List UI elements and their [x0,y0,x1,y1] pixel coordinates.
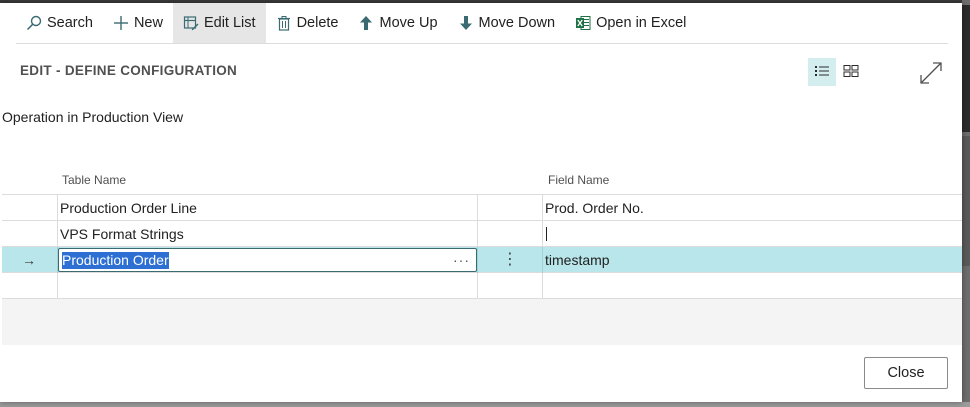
move-down-action-label: Move Down [478,15,556,31]
table-row-selected[interactable]: → Production Order ··· ⋮ timestamp [2,247,962,273]
table-name-cell[interactable]: VPS Format Strings [60,221,184,247]
search-icon [26,15,42,31]
tile-view-icon [843,64,859,81]
table-row[interactable] [2,273,962,299]
list-view-button[interactable] [808,58,836,86]
search-action-label: Search [47,15,93,31]
define-configuration-dialog: Search New Edit List Delete Move Up Move… [0,3,962,402]
action-bar: Search New Edit List Delete Move Up Move… [16,3,696,43]
page-caption: EDIT - DEFINE CONFIGURATION [20,63,238,78]
move-up-action[interactable]: Move Up [348,3,447,43]
current-row-arrow-icon: → [22,252,36,268]
open-in-excel-action[interactable]: Open in Excel [565,3,696,43]
open-in-excel-action-label: Open in Excel [596,15,687,31]
plus-icon [113,15,129,31]
excel-icon [575,15,591,31]
expand-button[interactable] [918,61,944,87]
row-menu-icon[interactable]: ⋮ [502,247,518,273]
column-header-table-name[interactable]: Table Name [62,173,126,187]
close-button[interactable]: Close [864,357,948,389]
new-action[interactable]: New [103,3,173,43]
lookup-button[interactable]: ··· [453,249,470,271]
move-up-action-label: Move Up [379,15,438,31]
field-name-cell[interactable]: Prod. Order No. [545,195,644,221]
move-down-action[interactable]: Move Down [448,3,566,43]
table-name-cell[interactable]: Production Order Line [60,195,197,221]
column-header-field-name[interactable]: Field Name [548,173,609,187]
arrow-down-icon [458,15,474,31]
arrow-up-icon [358,15,374,31]
search-action[interactable]: Search [16,3,103,43]
list-view-icon [814,64,830,81]
tile-view-button[interactable] [838,58,864,86]
action-bar-divider [16,43,948,44]
edit-list-action-label: Edit List [203,15,256,31]
table-row[interactable]: VPS Format Strings [2,221,962,247]
delete-action-label: Delete [296,15,339,31]
edit-list-icon [183,15,199,31]
field-name-cell[interactable]: timestamp [545,247,610,273]
background-bottom-edge [0,402,970,407]
table-name-input[interactable]: Production Order ··· [58,248,477,272]
background-right-edge [962,0,970,407]
expand-icon [919,61,943,88]
new-action-label: New [133,15,163,31]
table-name-input-value: Production Order [62,252,169,269]
text-caret [546,227,547,241]
edit-list-action[interactable]: Edit List [172,3,266,43]
page-subtitle: Operation in Production View [2,109,184,125]
trash-icon [276,15,292,31]
delete-action[interactable]: Delete [266,3,349,43]
empty-grid-area [2,299,962,345]
table-row[interactable]: Production Order Line Prod. Order No. [2,195,962,221]
